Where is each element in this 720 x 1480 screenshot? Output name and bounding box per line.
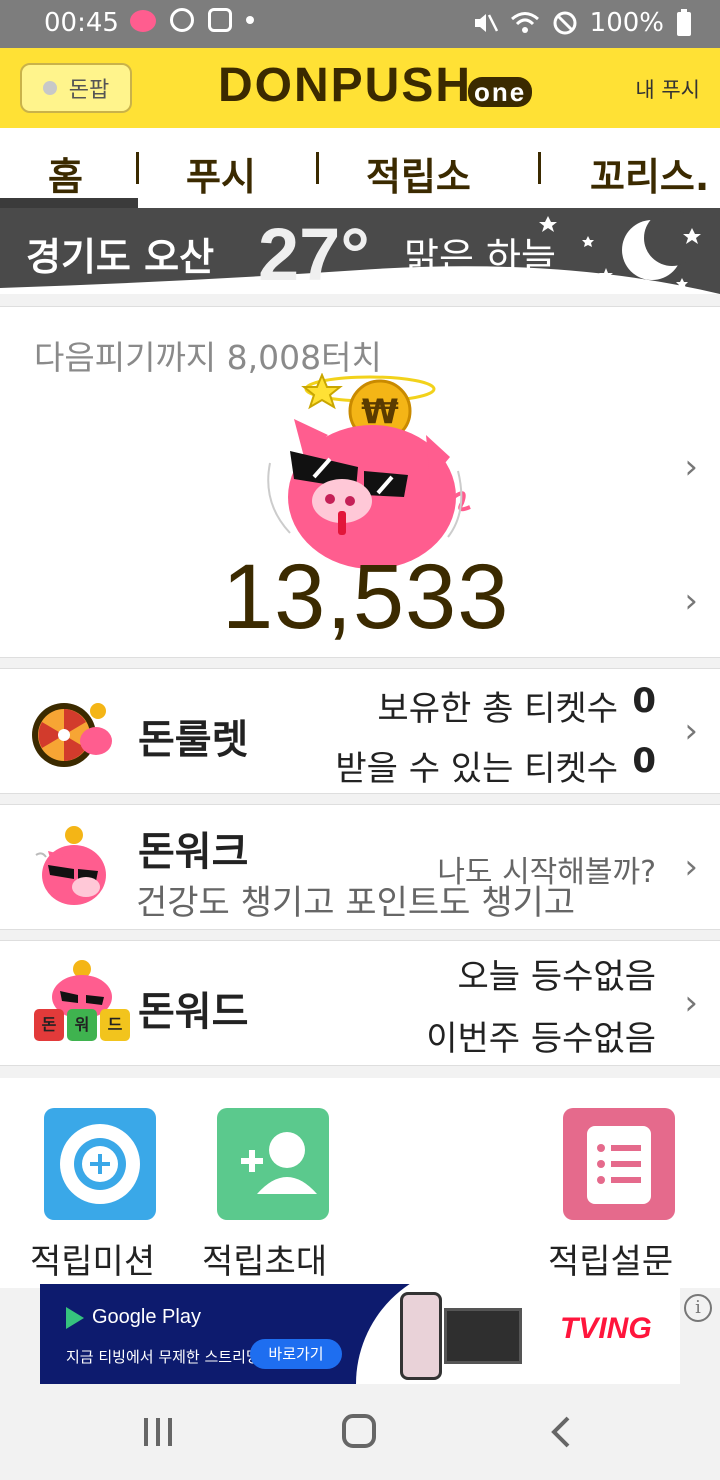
gallery-icon — [208, 8, 232, 32]
word-row[interactable]: 돈 워 드 돈워드 오늘 등수없음 이번주 등수없음 › — [0, 940, 720, 1066]
add-person-icon — [241, 1132, 317, 1194]
mission-plus-icon — [60, 1124, 140, 1204]
toggle-dot-icon — [42, 81, 57, 95]
wifi-icon — [510, 12, 539, 33]
tickets-owned-label: 보유한 총 티켓수 — [377, 689, 618, 729]
word-tiles-text: 돈 워 드 — [41, 1015, 123, 1034]
piggy-card[interactable]: 다음피기까지 8,008터치 ₩ 13,533 › › — [0, 306, 720, 658]
ad-phone-image — [400, 1292, 442, 1380]
tab-divider — [136, 152, 139, 184]
tab-divider — [316, 152, 319, 184]
ad-info-icon[interactable]: i — [684, 1294, 712, 1322]
chevron-right-icon[interactable]: › — [684, 447, 698, 487]
tab-earn[interactable]: 적립소 — [366, 146, 471, 201]
tab-home[interactable]: 홈 — [48, 146, 83, 201]
mute-icon — [474, 14, 498, 32]
walk-row[interactable]: 돈워크 건강도 챙기고 포인트도 챙기고 나도 시작해볼까? › — [0, 804, 720, 930]
active-tab-indicator — [0, 198, 138, 208]
ad-text: 지금 티빙에서 무제한 스트리밍 — [66, 1348, 260, 1366]
invite-label: 적립초대 — [202, 1242, 328, 1282]
tving-logo: TVING — [560, 1312, 652, 1345]
dot-icon — [246, 16, 254, 24]
recent-apps-icon[interactable] — [140, 1414, 176, 1450]
mission-button[interactable] — [44, 1108, 156, 1220]
q-app-icon — [170, 8, 194, 32]
weather-temperature: 27° — [258, 213, 370, 294]
google-play-icon — [66, 1306, 84, 1329]
home-icon[interactable] — [340, 1414, 380, 1450]
roulette-title: 돈룰렛 — [138, 717, 249, 763]
point-balance: 13,533 — [222, 546, 510, 648]
tickets-available-label: 받을 수 있는 티켓수 — [335, 749, 618, 789]
word-title: 돈워드 — [138, 989, 249, 1035]
tab-push[interactable]: 푸시 — [186, 146, 256, 201]
piggy-bank-icon: ₩ — [267, 373, 471, 569]
earn-actions: 적립미션 적립초대 적립설문 — [0, 1078, 720, 1288]
word-today-rank: 오늘 등수없음 — [457, 957, 657, 997]
invite-button[interactable] — [217, 1108, 329, 1220]
ad-cta-button[interactable]: 바로가기 — [250, 1339, 342, 1369]
roulette-wheel-icon — [32, 703, 112, 767]
tab-divider — [538, 152, 541, 184]
word-week-rank: 이번주 등수없음 — [426, 1019, 656, 1059]
app-screen: 00:45 100% 돈팝 DONPUSHone 내 푸시 홈 푸시 적립소 꼬… — [0, 0, 720, 1480]
survey-list-icon — [587, 1126, 651, 1204]
tab-tail[interactable]: 꼬리스. — [590, 146, 709, 201]
system-icons: 100% — [472, 8, 692, 38]
tickets-available-count: 0 — [632, 741, 656, 781]
weather-description: 맑은 하늘 — [404, 235, 556, 279]
walk-cta[interactable]: 나도 시작해볼까? — [437, 847, 656, 891]
chevron-right-icon[interactable]: › — [684, 847, 698, 887]
battery-percent: 100% — [589, 8, 664, 38]
donpop-toggle[interactable]: 돈팝 — [20, 63, 132, 113]
survey-label: 적립설문 — [548, 1242, 674, 1282]
mission-label: 적립미션 — [30, 1242, 156, 1282]
status-time: 00:45 — [44, 8, 119, 38]
status-bar: 00:45 100% — [0, 0, 720, 48]
walk-title: 돈워크 — [138, 829, 249, 875]
pig-app-icon — [130, 10, 156, 32]
donpush-logo: DONPUSHone — [218, 58, 533, 113]
back-icon[interactable] — [546, 1414, 576, 1450]
ad-banner[interactable]: Google Play 지금 티빙에서 무제한 스트리밍 바로가기 TVING — [40, 1284, 680, 1384]
walking-pig-icon — [35, 826, 106, 905]
system-nav-bar — [0, 1384, 720, 1480]
battery-icon — [677, 9, 691, 36]
chevron-right-icon[interactable]: › — [684, 711, 698, 751]
roulette-row[interactable]: 돈룰렛 보유한 총 티켓수 0 받을 수 있는 티켓수 0 › — [0, 668, 720, 794]
weather-banner[interactable]: 경기도 오산 27° 맑은 하늘 — [0, 208, 720, 294]
weather-location: 경기도 오산 — [26, 235, 215, 279]
chevron-right-icon[interactable]: › — [684, 983, 698, 1023]
notification-icons — [130, 8, 254, 32]
my-push-link[interactable]: 내 푸시 — [635, 74, 700, 104]
tab-bar: 홈 푸시 적립소 꼬리스. — [0, 128, 720, 208]
app-header: 돈팝 DONPUSHone 내 푸시 — [0, 48, 720, 128]
ad-tv-image — [444, 1308, 522, 1364]
google-play-label: Google Play — [66, 1306, 201, 1329]
block-icon — [553, 11, 577, 35]
tickets-owned-count: 0 — [632, 681, 656, 721]
donpop-label: 돈팝 — [68, 78, 110, 103]
survey-button[interactable] — [563, 1108, 675, 1220]
next-piggy-text: 다음피기까지 8,008터치 — [34, 338, 382, 377]
chevron-right-icon[interactable]: › — [684, 581, 698, 621]
